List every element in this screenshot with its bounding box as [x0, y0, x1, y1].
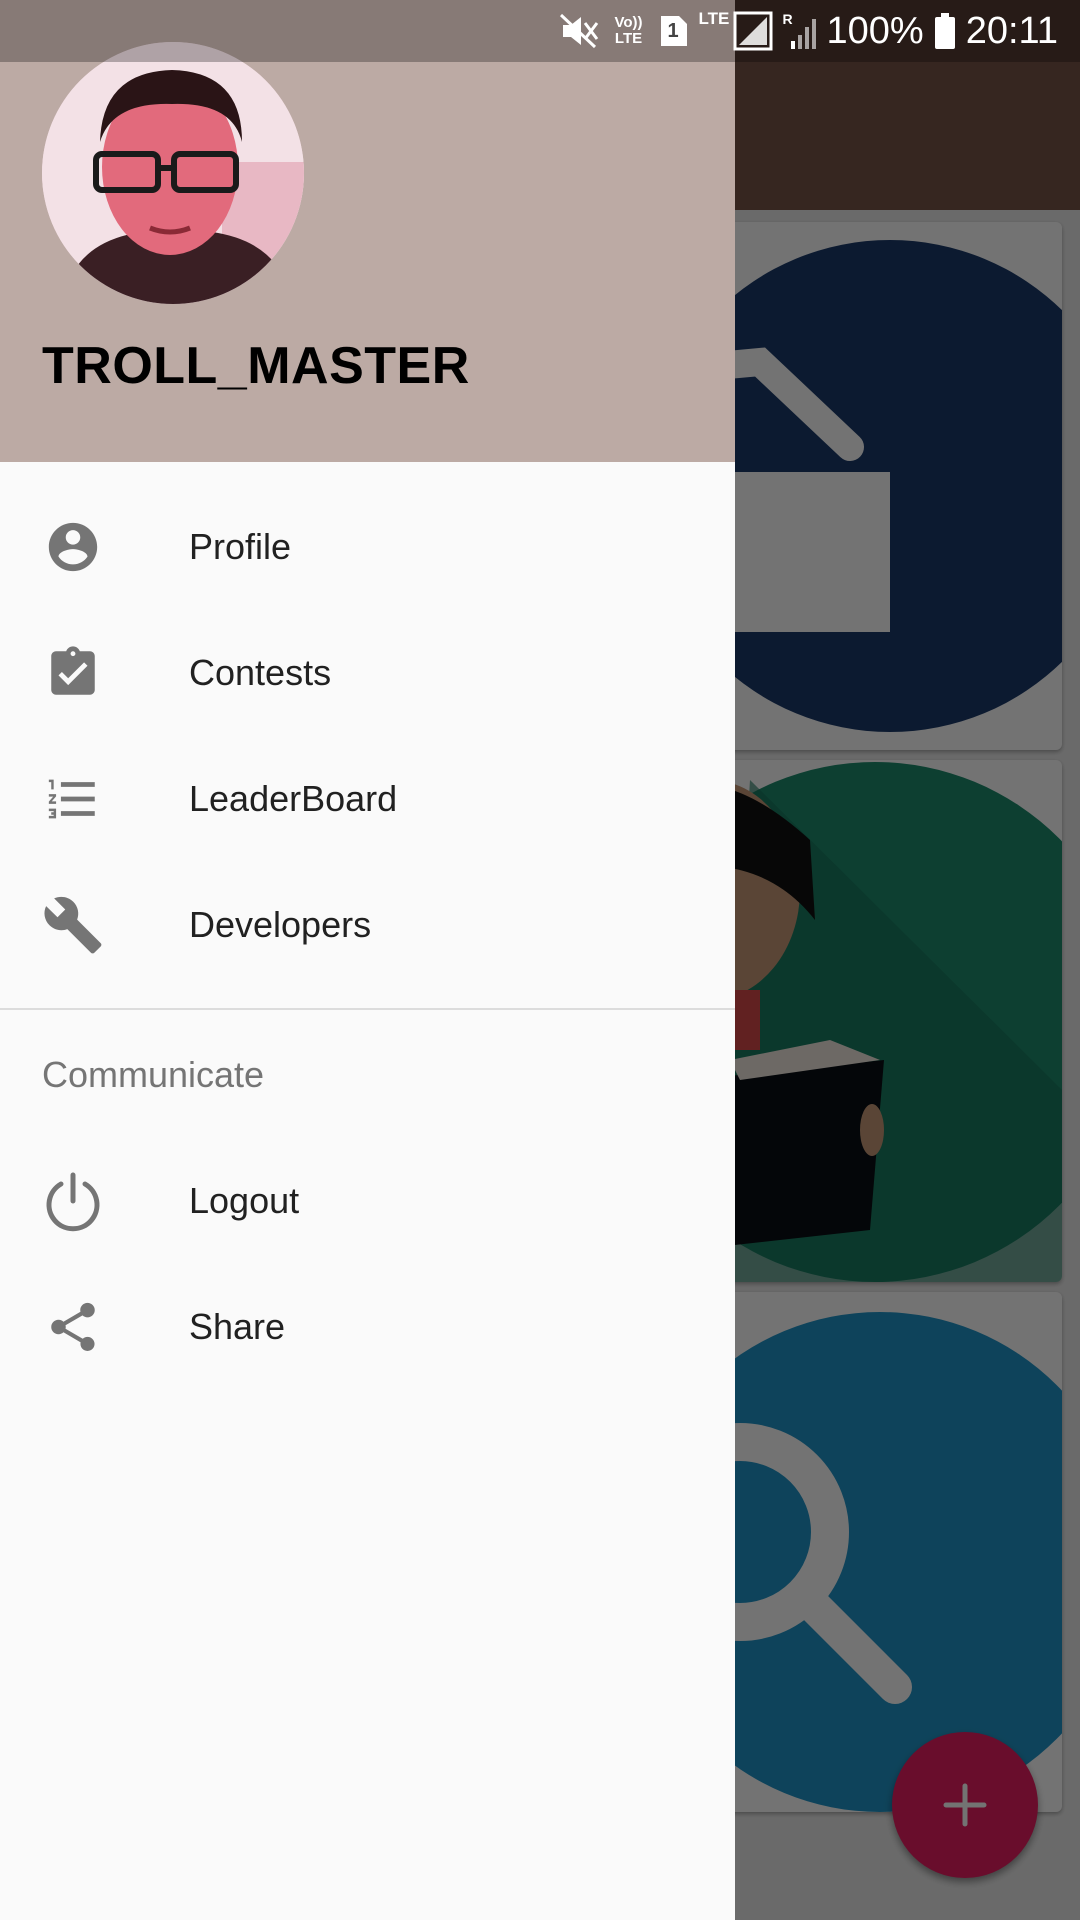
menu-item-share[interactable]: Share	[0, 1264, 735, 1390]
battery-percent: 100%	[826, 9, 924, 52]
menu-item-label: LeaderBoard	[189, 778, 398, 819]
menu-item-label: Profile	[189, 526, 292, 567]
menu-item-label: Developers	[189, 904, 372, 945]
clock: 20:11	[965, 9, 1058, 52]
volte-label: Vo)) LTE	[614, 14, 643, 47]
sim-label: 1	[667, 20, 679, 42]
mute-icon	[559, 13, 599, 49]
share-icon	[42, 1296, 104, 1358]
menu-item-developers[interactable]: Developers	[0, 862, 735, 988]
sim-icon: 1	[659, 14, 689, 48]
volte-icon: Vo)) LTE	[609, 15, 649, 47]
menu-item-leaderboard[interactable]: LeaderBoard	[0, 736, 735, 862]
format-list-numbered-icon	[42, 768, 104, 830]
divider	[0, 1008, 735, 1010]
wrench-icon	[42, 894, 104, 956]
drawer-header: TROLL_MASTER	[0, 0, 735, 462]
menu-item-logout[interactable]: Logout	[0, 1138, 735, 1264]
lte-label: LTE	[698, 9, 730, 28]
battery-icon	[934, 13, 956, 49]
username: TROLL_MASTER	[42, 337, 470, 395]
signal-roaming-icon: R	[783, 11, 817, 51]
menu-item-label: Share	[189, 1306, 286, 1347]
clipboard-check-icon	[42, 642, 104, 704]
status-bar: Vo)) LTE 1 LTE R 100% 20:11	[0, 0, 1080, 62]
avatar[interactable]	[42, 42, 304, 304]
menu-item-label: Contests	[189, 652, 332, 693]
account-circle-icon	[42, 516, 104, 578]
power-icon	[42, 1170, 104, 1232]
menu-item-label: Logout	[189, 1180, 300, 1221]
menu-item-profile[interactable]: Profile	[0, 484, 735, 610]
signal-icon: LTE	[698, 9, 773, 51]
navigation-drawer: TROLL_MASTER Profile Contests LeaderBoar…	[0, 0, 735, 1920]
menu-item-contests[interactable]: Contests	[0, 610, 735, 736]
section-title: Communicate	[42, 1054, 265, 1095]
